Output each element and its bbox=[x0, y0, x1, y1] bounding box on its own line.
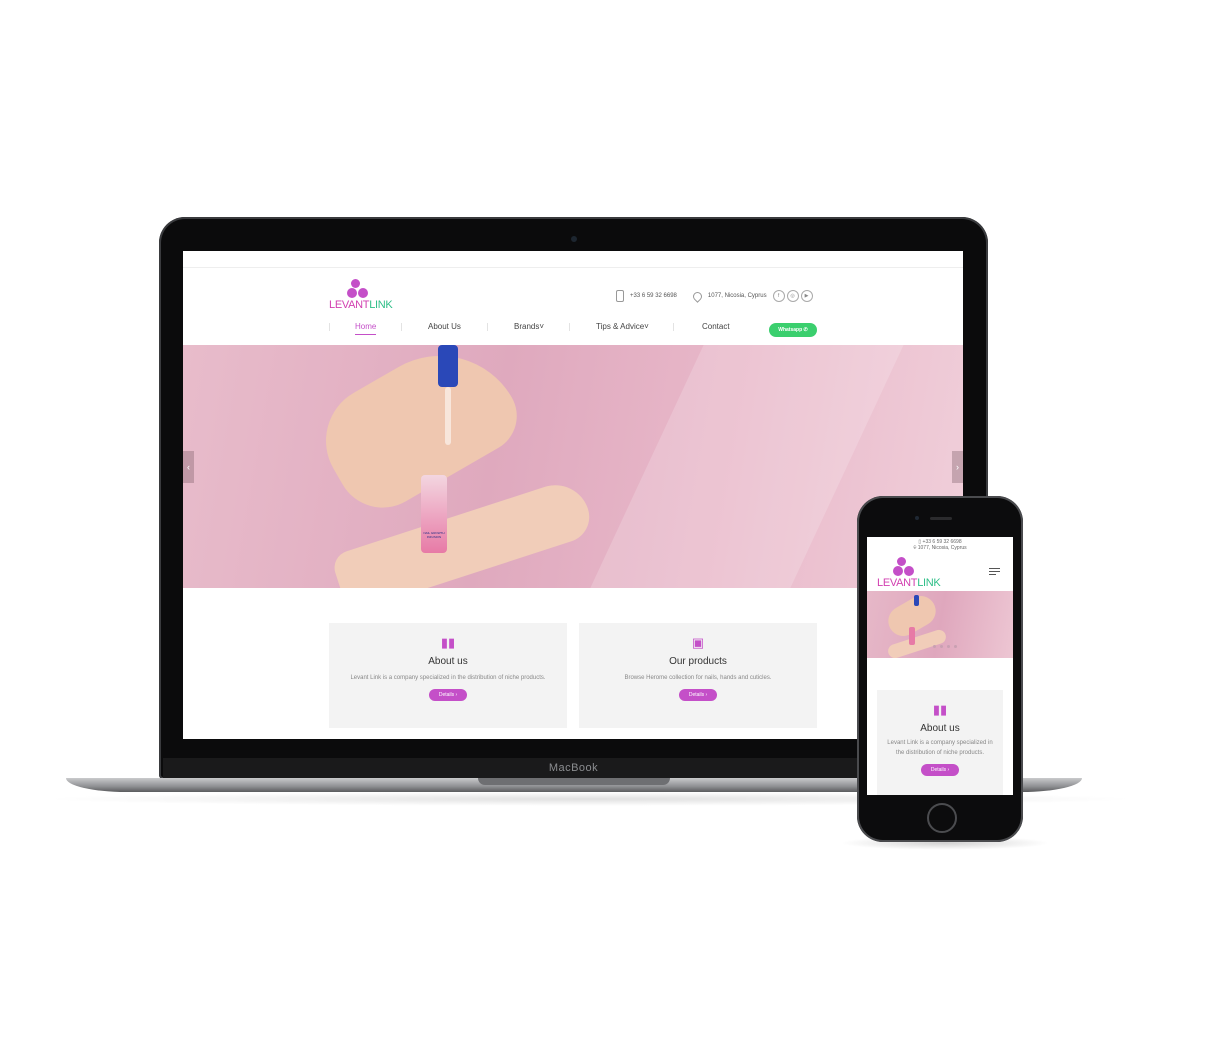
home-button[interactable] bbox=[927, 803, 957, 833]
site-logo[interactable]: LEVANTLINK bbox=[329, 279, 393, 311]
nav-tips-advice[interactable]: Tips & Advice˅ bbox=[596, 320, 649, 334]
mobile-logo[interactable]: LEVANTLINK bbox=[877, 557, 941, 589]
contact-bar: +33 6 59 32 6698 1077, Nicosia, Cyprus f… bbox=[616, 289, 813, 303]
phone-icon bbox=[616, 290, 624, 302]
mobile-address: 1077, Nicosia, Cyprus bbox=[917, 545, 967, 551]
slider-prev-button[interactable]: ‹ bbox=[183, 451, 194, 483]
slider-next-button[interactable]: › bbox=[952, 451, 963, 483]
instagram-icon[interactable]: ◎ bbox=[786, 290, 799, 302]
laptop-notch bbox=[478, 778, 670, 785]
logo-text: LEVANTLINK bbox=[329, 299, 393, 311]
phone-number[interactable]: +33 6 59 32 6698 bbox=[630, 293, 677, 299]
chevron-down-icon: ˅ bbox=[644, 322, 649, 331]
mobile-contact: ▯ +33 6 59 32 6698 ⌾ 1077, Nicosia, Cypr… bbox=[867, 539, 1013, 551]
about-card: ▮▮ About us Levant Link is a company spe… bbox=[329, 623, 567, 728]
bottle-label: NAIL GROWTH INFUSION bbox=[423, 531, 445, 539]
bottle-image bbox=[421, 475, 447, 553]
book-icon: ▮▮ bbox=[932, 702, 948, 717]
facebook-icon[interactable]: f bbox=[772, 290, 785, 302]
card-text: Levant Link is a company specialized in … bbox=[887, 740, 993, 756]
card-title: About us bbox=[920, 723, 960, 734]
phone-speaker bbox=[930, 517, 952, 520]
details-button[interactable]: Details › bbox=[921, 764, 959, 776]
dropper-image bbox=[438, 345, 458, 387]
logo-icon bbox=[893, 557, 915, 577]
top-divider bbox=[183, 267, 963, 268]
products-card: ▣ Our products Browse Herome collection … bbox=[579, 623, 817, 728]
details-button[interactable]: Details › bbox=[429, 689, 467, 701]
chevron-down-icon: ˅ bbox=[539, 322, 545, 331]
card-text: Levant Link is a company specialized in … bbox=[350, 675, 546, 681]
feature-cards: ▮▮ About us Levant Link is a company spe… bbox=[329, 623, 817, 728]
whatsapp-icon: ✆ bbox=[803, 327, 808, 333]
location-pin-icon bbox=[691, 289, 704, 303]
card-title: Our products bbox=[669, 656, 727, 667]
nav-brands[interactable]: Brands˅ bbox=[514, 320, 544, 334]
whatsapp-button[interactable]: Whatsapp ✆ bbox=[769, 323, 817, 337]
camera-icon bbox=[571, 236, 577, 242]
card-text: Browse Herome collection for nails, hand… bbox=[624, 675, 772, 681]
main-nav: Home About Us Brands˅ Tips & Advice˅ Con… bbox=[329, 320, 817, 340]
nav-home[interactable]: Home bbox=[355, 320, 377, 335]
hero-hand-image bbox=[305, 345, 531, 525]
front-camera-icon bbox=[915, 516, 919, 520]
slider-dots[interactable] bbox=[933, 645, 957, 648]
phone-screen: ▯ +33 6 59 32 6698 ⌾ 1077, Nicosia, Cypr… bbox=[867, 537, 1013, 795]
card-title: About us bbox=[428, 656, 468, 667]
details-button[interactable]: Details › bbox=[679, 689, 717, 701]
laptop-screen: LEVANTLINK +33 6 59 32 6698 1077, Nicosi… bbox=[183, 251, 963, 739]
book-icon: ▮▮ bbox=[440, 635, 456, 650]
hamburger-menu-icon[interactable] bbox=[989, 568, 1000, 577]
mobile-about-card: ▮▮ About us Levant Link is a company spe… bbox=[877, 690, 1003, 795]
logo-text: LEVANTLINK bbox=[877, 577, 941, 589]
nav-about-us[interactable]: About Us bbox=[428, 320, 461, 334]
nav-contact[interactable]: Contact bbox=[702, 320, 730, 334]
logo-icon bbox=[347, 279, 369, 299]
youtube-icon[interactable]: ▶ bbox=[800, 290, 813, 302]
images-icon: ▣ bbox=[691, 635, 705, 650]
address: 1077, Nicosia, Cyprus bbox=[707, 293, 767, 299]
hero-slider: NAIL GROWTH INFUSION ‹ › bbox=[183, 345, 963, 588]
